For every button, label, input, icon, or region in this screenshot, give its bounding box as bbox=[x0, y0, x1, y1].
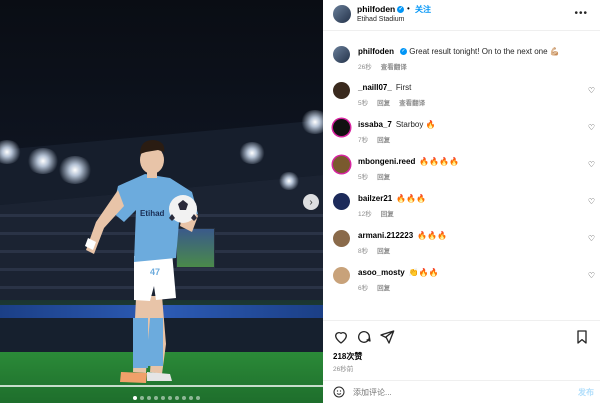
action-bar: 218次赞 26秒前 bbox=[323, 320, 600, 373]
avatar[interactable] bbox=[333, 5, 351, 23]
verified-badge-icon: ✓ bbox=[400, 48, 407, 56]
location-link[interactable]: Etihad Stadium bbox=[357, 16, 404, 23]
carousel-dot bbox=[196, 396, 200, 400]
carousel-dot bbox=[182, 396, 186, 400]
translate-link[interactable]: 查看翻译 bbox=[381, 64, 407, 71]
comment-text: 🔥🔥🔥 bbox=[417, 231, 448, 240]
comment-like-heart-icon[interactable]: ♡ bbox=[588, 123, 595, 132]
comment-time[interactable]: 8秒 bbox=[358, 248, 368, 255]
comment-text: 👏🔥🔥 bbox=[408, 268, 439, 277]
avatar[interactable] bbox=[333, 230, 350, 247]
carousel-indicator bbox=[133, 396, 200, 400]
reply-button[interactable]: 回复 bbox=[381, 211, 394, 218]
carousel-dot bbox=[147, 396, 151, 400]
comment-item: armani.212223 🔥🔥🔥 8秒 回复 ♡ bbox=[323, 226, 600, 262]
comment-text: 🔥🔥🔥🔥 bbox=[419, 157, 460, 166]
carousel-dot bbox=[175, 396, 179, 400]
carousel-dot bbox=[161, 396, 165, 400]
post-caption: philfoden ✓ Great result tonight! On to t… bbox=[323, 42, 600, 78]
avatar[interactable] bbox=[333, 82, 350, 99]
emoji-icon[interactable] bbox=[333, 386, 345, 398]
shirt-sponsor: Etihad bbox=[140, 209, 165, 218]
like-heart-icon[interactable] bbox=[333, 329, 349, 345]
carousel-dot bbox=[189, 396, 193, 400]
instagram-post: Etihad 47 › philfoden ✓ • 关注 Etihad Stad… bbox=[0, 0, 600, 403]
comment-time[interactable]: 12秒 bbox=[358, 211, 372, 218]
avatar[interactable] bbox=[333, 156, 350, 173]
comment-bubble-icon[interactable] bbox=[356, 329, 372, 345]
carousel-dot bbox=[133, 396, 137, 400]
comment-username[interactable]: armani.212223 bbox=[358, 231, 413, 240]
bookmark-icon[interactable] bbox=[574, 329, 590, 345]
comment-time[interactable]: 6秒 bbox=[358, 285, 368, 292]
header-separator: • bbox=[407, 4, 410, 13]
reply-button[interactable]: 回复 bbox=[377, 174, 390, 181]
reply-button[interactable]: 回复 bbox=[377, 100, 390, 107]
reply-button[interactable]: 回复 bbox=[377, 137, 390, 144]
comment-item: asoo_mosty 👏🔥🔥 6秒 回复 ♡ bbox=[323, 263, 600, 299]
shorts-number: 47 bbox=[150, 267, 160, 277]
comment-time[interactable]: 7秒 bbox=[358, 137, 368, 144]
comment-text: First bbox=[395, 83, 412, 92]
comment-item: _naill07_ First 5秒 回复 查看翻译 ♡ bbox=[323, 78, 600, 114]
post-comment-button[interactable]: 发布 bbox=[578, 387, 594, 398]
follow-button[interactable]: 关注 bbox=[415, 4, 431, 15]
comment-username[interactable]: asoo_mosty bbox=[358, 268, 405, 277]
comment-username[interactable]: mbongeni.reed bbox=[358, 157, 415, 166]
add-comment-bar: 发布 bbox=[323, 380, 600, 404]
chevron-right-icon: › bbox=[309, 196, 313, 208]
caption-text: Great result tonight! On to the next one… bbox=[409, 47, 560, 56]
author-username[interactable]: philfoden ✓ bbox=[357, 4, 405, 14]
carousel-dot bbox=[154, 396, 158, 400]
like-count[interactable]: 218次赞 bbox=[333, 351, 362, 362]
comment-like-heart-icon[interactable]: ♡ bbox=[588, 271, 595, 280]
comment-text: Starboy 🔥 bbox=[395, 120, 436, 129]
avatar[interactable] bbox=[333, 46, 350, 63]
more-dots-icon[interactable]: ••• bbox=[574, 8, 588, 19]
avatar[interactable] bbox=[333, 267, 350, 284]
carousel-dot bbox=[140, 396, 144, 400]
comment-username[interactable]: philfoden bbox=[358, 47, 394, 56]
post-photo: Etihad 47 › bbox=[0, 0, 323, 403]
comment-like-heart-icon[interactable]: ♡ bbox=[588, 160, 595, 169]
comment-username[interactable]: _naill07_ bbox=[358, 83, 392, 92]
comment-like-heart-icon[interactable]: ♡ bbox=[588, 197, 595, 206]
comment-item: mbongeni.reed 🔥🔥🔥🔥 5秒 回复 ♡ bbox=[323, 152, 600, 188]
post-header: philfoden ✓ • 关注 Etihad Stadium ••• bbox=[323, 0, 600, 31]
share-send-icon[interactable] bbox=[379, 329, 395, 345]
avatar[interactable] bbox=[333, 119, 350, 136]
comment-item: issaba_7 Starboy 🔥 7秒 回复 ♡ bbox=[323, 115, 600, 151]
comment-username[interactable]: bailzer21 bbox=[358, 194, 392, 203]
comment-username[interactable]: issaba_7 bbox=[358, 120, 392, 129]
avatar[interactable] bbox=[333, 193, 350, 210]
comment-input[interactable] bbox=[353, 386, 553, 399]
carousel-dot bbox=[168, 396, 172, 400]
reply-button[interactable]: 回复 bbox=[377, 285, 390, 292]
comment-item: bailzer21 🔥🔥🔥 12秒 回复 ♡ bbox=[323, 189, 600, 225]
comment-time[interactable]: 5秒 bbox=[358, 100, 368, 107]
post-side-panel: philfoden ✓ • 关注 Etihad Stadium ••• philf… bbox=[323, 0, 600, 403]
comment-like-heart-icon[interactable]: ♡ bbox=[588, 234, 595, 243]
reply-button[interactable]: 回复 bbox=[377, 248, 390, 255]
post-time[interactable]: 26秒前 bbox=[333, 363, 353, 373]
comment-text: 🔥🔥🔥 bbox=[396, 194, 427, 203]
comment-time[interactable]: 26秒 bbox=[358, 64, 372, 71]
translate-link[interactable]: 查看翻译 bbox=[399, 100, 425, 107]
verified-badge-icon: ✓ bbox=[397, 6, 405, 14]
comment-like-heart-icon[interactable]: ♡ bbox=[588, 86, 595, 95]
player-figure: Etihad 47 bbox=[85, 140, 198, 383]
comment-time[interactable]: 5秒 bbox=[358, 174, 368, 181]
next-photo-button[interactable]: › bbox=[303, 194, 319, 210]
